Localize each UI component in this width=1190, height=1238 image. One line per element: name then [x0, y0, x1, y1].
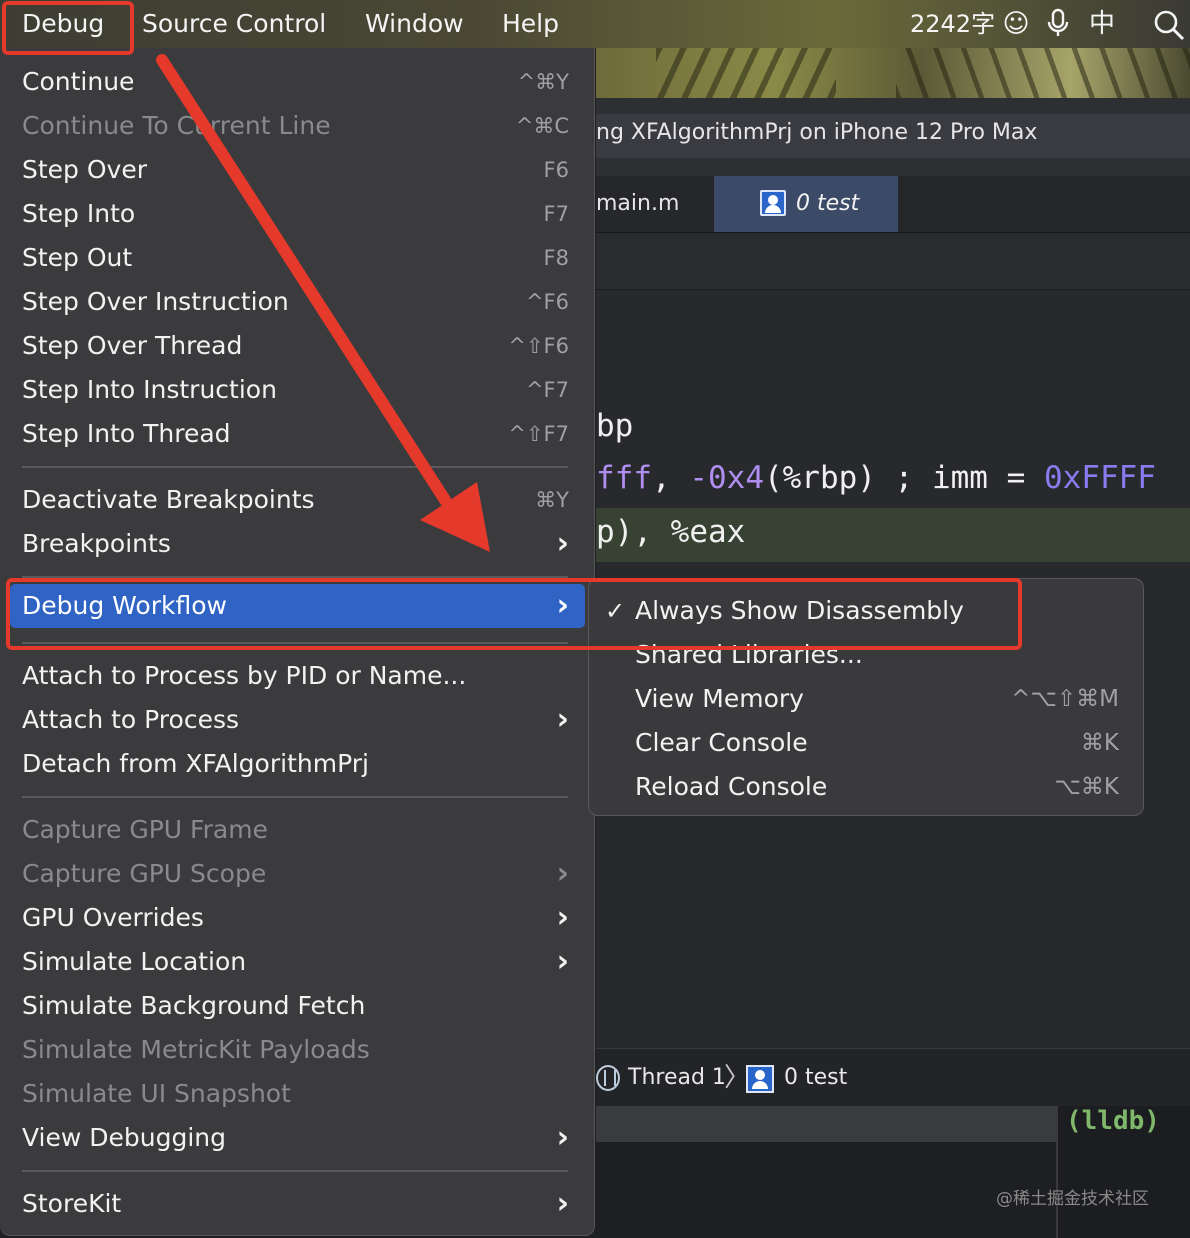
annotation-arrow [156, 54, 490, 552]
